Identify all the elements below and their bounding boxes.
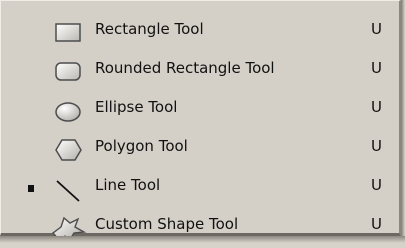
menu-item-shortcut: U	[371, 137, 382, 155]
line-icon	[50, 174, 90, 204]
polygon-icon	[50, 135, 90, 165]
menu-item-shortcut: U	[371, 20, 382, 38]
menu-item-shortcut: U	[371, 215, 382, 233]
menu-item-ellipse-tool[interactable]: Ellipse Tool U	[1, 92, 399, 131]
rectangle-icon	[50, 18, 90, 48]
menu-item-label: Polygon Tool	[95, 137, 188, 155]
menu-item-polygon-tool[interactable]: Polygon Tool U	[1, 131, 399, 170]
menu-item-rounded-rectangle-tool[interactable]: Rounded Rectangle Tool U	[1, 53, 399, 92]
menu-item-rectangle-tool[interactable]: Rectangle Tool U	[1, 14, 399, 53]
shape-tool-menu: Rectangle Tool U Rounded Rectangle Tool …	[0, 0, 401, 243]
menu-item-shortcut: U	[371, 59, 382, 77]
selected-bullet-icon	[28, 185, 34, 192]
menu-item-label: Custom Shape Tool	[95, 215, 239, 233]
menu-bottom-shadow	[0, 236, 405, 243]
menu-right-shadow	[401, 0, 405, 243]
menu-item-line-tool[interactable]: Line Tool U	[1, 170, 399, 209]
menu-item-label: Ellipse Tool	[95, 98, 178, 116]
menu-item-shortcut: U	[371, 176, 382, 194]
menu-item-label: Line Tool	[95, 176, 161, 194]
menu-item-label: Rectangle Tool	[95, 20, 204, 38]
rounded-rectangle-icon	[50, 57, 90, 87]
menu-item-shortcut: U	[371, 98, 382, 116]
menu-item-label: Rounded Rectangle Tool	[95, 59, 275, 77]
ellipse-icon	[50, 96, 90, 126]
